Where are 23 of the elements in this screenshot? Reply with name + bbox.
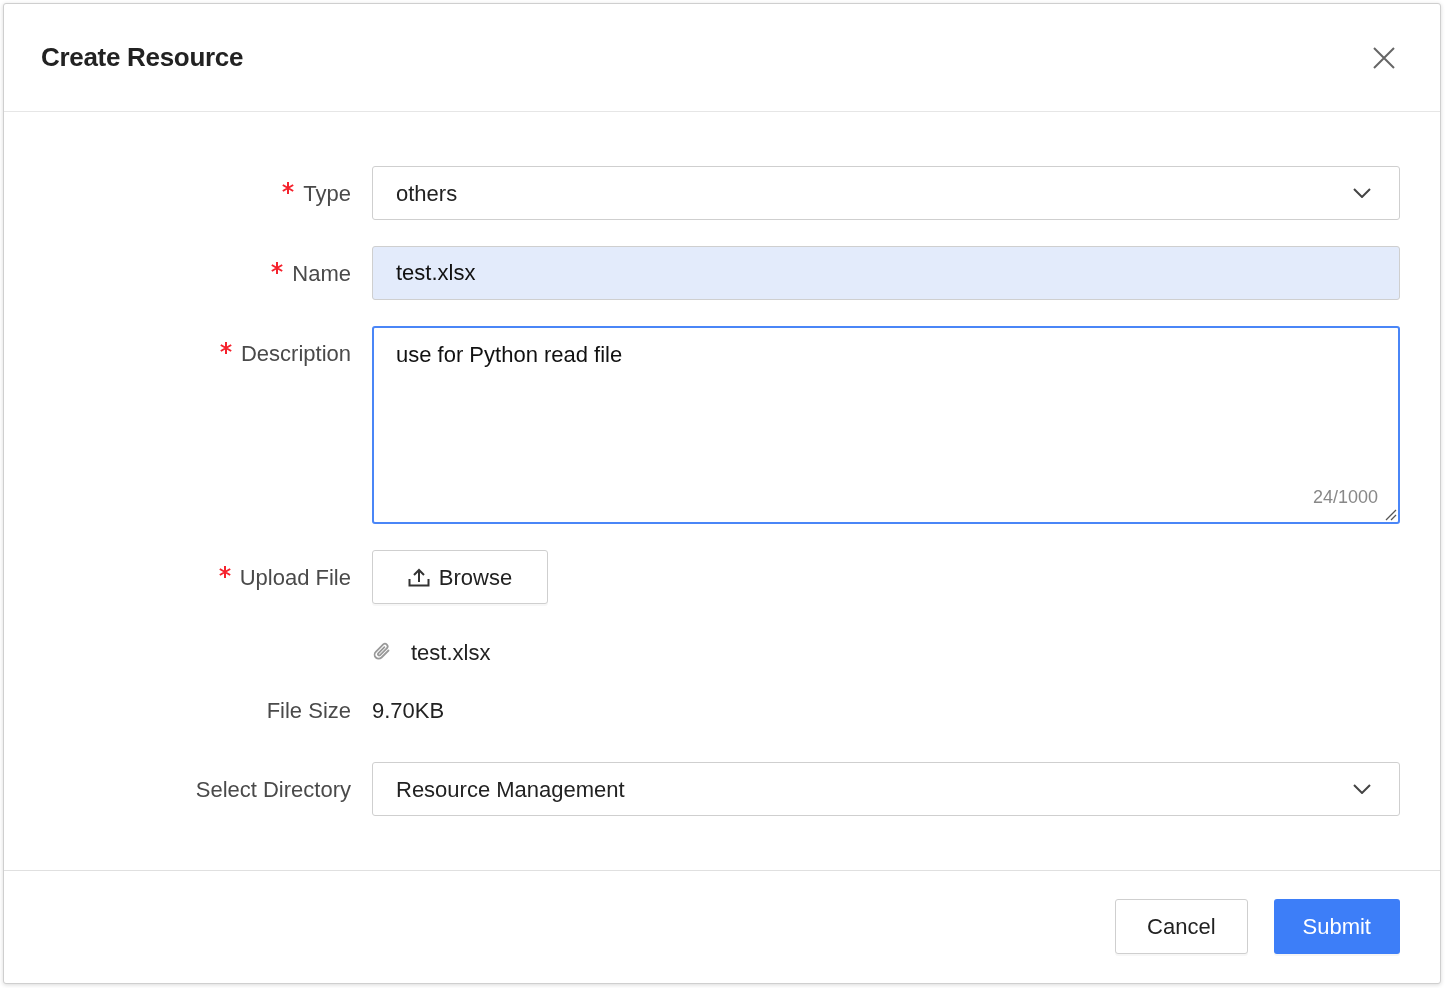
- chevron-down-icon: [1353, 188, 1371, 198]
- field-label: Name: [292, 259, 351, 288]
- close-icon: [1373, 46, 1395, 69]
- upload-icon: [407, 567, 430, 587]
- dropdown-select[interactable]: Resource Management: [372, 762, 1400, 816]
- resize-handle-icon[interactable]: [1385, 509, 1397, 521]
- dropdown-select[interactable]: others: [372, 166, 1400, 220]
- character-counter: 24/1000: [1312, 486, 1378, 509]
- field-label: Description: [240, 339, 351, 368]
- field-label: File Size: [266, 696, 351, 725]
- field-label: Type: [303, 179, 351, 208]
- field-label: Select Directory: [195, 775, 351, 804]
- field-label: Upload File: [239, 563, 351, 592]
- paperclip-icon: [372, 641, 392, 663]
- close-button[interactable]: [1373, 46, 1395, 69]
- submit-button[interactable]: Submit: [1273, 899, 1400, 954]
- chevron-down-icon: [1353, 784, 1371, 794]
- text-input[interactable]: test.xlsx: [372, 246, 1400, 300]
- cancel-button[interactable]: Cancel: [1115, 899, 1248, 954]
- field-value: 9.70KB: [372, 696, 445, 725]
- dialog-title: Create Resource: [41, 41, 244, 74]
- file-name-link[interactable]: test.xlsx: [411, 635, 491, 669]
- browse-button[interactable]: Browse: [372, 550, 548, 604]
